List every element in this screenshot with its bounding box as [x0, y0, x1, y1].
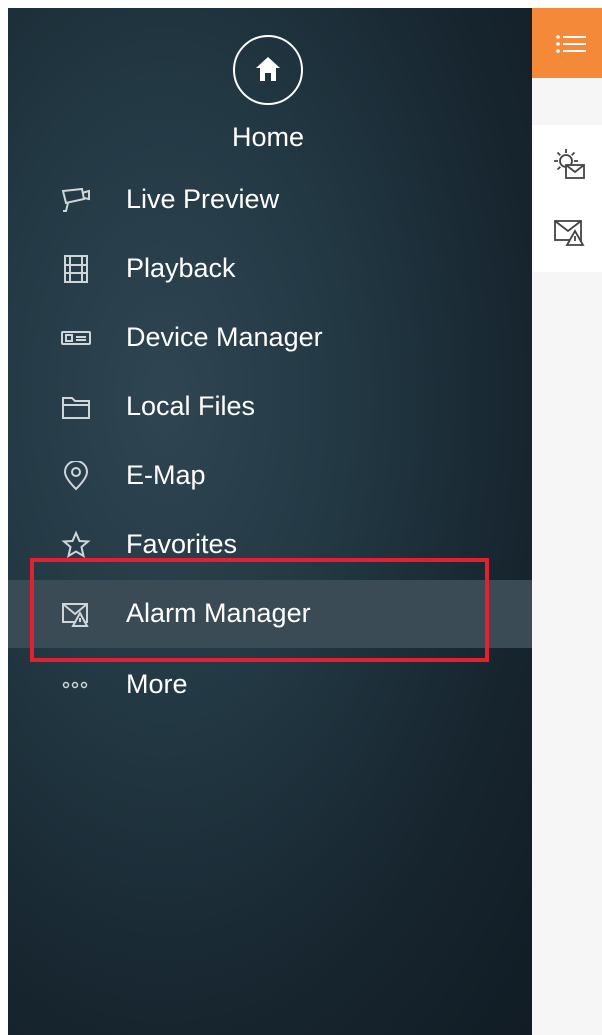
menu-label: Favorites — [126, 529, 238, 559]
menu-label: Live Preview — [126, 184, 280, 214]
menu-item-local-files[interactable]: Local Files — [8, 373, 532, 441]
menu-item-e-map[interactable]: E-Map — [8, 442, 532, 510]
folder-icon — [62, 397, 90, 419]
menu-label: Device Manager — [126, 322, 323, 352]
menu-list-icon[interactable] — [556, 34, 586, 54]
settings-mail-icon[interactable] — [552, 147, 586, 181]
menu-label: Playback — [126, 253, 236, 283]
more-dots-icon — [62, 681, 88, 689]
highlight-box — [30, 558, 489, 662]
navigation-drawer: Home Live Preview Playback Device Manage… — [8, 8, 532, 1035]
menu-item-playback[interactable]: Playback — [8, 235, 532, 303]
star-icon — [61, 530, 91, 559]
home-label: Home — [231, 122, 305, 152]
camera-icon — [61, 187, 90, 212]
menu-label: Local Files — [126, 391, 256, 421]
menu-item-device-manager[interactable]: Device Manager — [8, 304, 532, 372]
film-icon — [64, 255, 88, 283]
shortcut-card — [532, 125, 602, 272]
main-content-pane — [532, 8, 602, 1035]
menu-item-live-preview[interactable]: Live Preview — [8, 166, 532, 234]
screen: Home Live Preview Playback Device Manage… — [0, 0, 602, 1035]
device-icon — [61, 331, 91, 345]
menu-label: More — [126, 669, 188, 699]
menu-label: E-Map — [126, 460, 206, 490]
top-bar — [532, 8, 602, 78]
home-button[interactable] — [233, 35, 303, 105]
home-icon — [256, 57, 280, 81]
map-pin-icon — [63, 461, 89, 491]
alarm-mail-icon[interactable] — [552, 215, 586, 249]
